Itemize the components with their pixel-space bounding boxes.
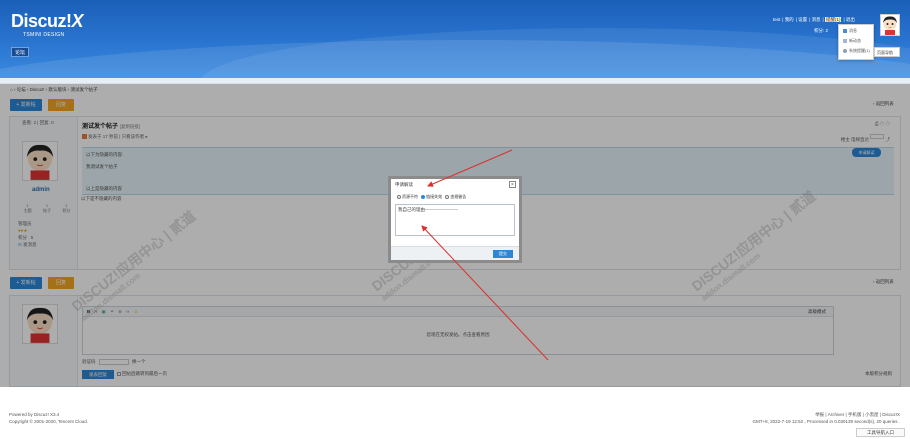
site-header: Discuz!X TSMINI DESIGN 论坛 test | 我的 | 设置 | …	[0, 0, 910, 78]
userbar-messages[interactable]: 消息	[812, 17, 821, 22]
user-bar: test | 我的 | 设置 | 消息 | 提醒(1) | 退出	[773, 17, 855, 22]
footer-timing: GMT+8, 2022-7-19 12:52 , Processed in 0.…	[752, 419, 900, 424]
powered-by[interactable]: Powered by Discuz! X3.4	[9, 411, 88, 418]
close-icon[interactable]: ×	[509, 181, 516, 188]
tool-nav-button[interactable]: 工具导航入口	[856, 428, 905, 437]
dropdown-item-messages[interactable]: 消息	[839, 25, 873, 35]
footer-left: Powered by Discuz! X3.4 Copyright © 2001…	[9, 411, 88, 425]
dialog-title: 申请解读	[395, 182, 413, 187]
logo-x: X	[71, 11, 84, 31]
dialog-submit-button[interactable]: 提交	[493, 250, 513, 258]
bell-icon	[843, 48, 847, 53]
reason-options: 资源不符 链接失效 违规催告	[395, 194, 466, 200]
site-logo[interactable]: Discuz!X TSMINI DESIGN	[11, 11, 84, 38]
userbar-username[interactable]: test	[773, 17, 780, 22]
userbar-my[interactable]: 我的	[785, 17, 794, 22]
radio-violation[interactable]	[445, 194, 450, 199]
logo-subtitle: TSMINI DESIGN	[23, 32, 65, 38]
feed-icon	[843, 38, 847, 43]
user-avatar[interactable]	[880, 14, 900, 36]
dropdown-item-system[interactable]: 系统提醒(1)	[839, 45, 873, 55]
dropdown-item-feed[interactable]: 新动态	[839, 35, 873, 45]
radio-mismatch[interactable]	[397, 194, 401, 199]
footer-links[interactable]: 举报 | Archiver | 手机版 | 小黑屋 | Discuz!X	[753, 411, 900, 418]
apply-dialog: 申请解读 × 资源不符 链接失效 违规催告 我自己的理由------------…	[388, 176, 522, 263]
footer-right: 举报 | Archiver | 手机版 | 小黑屋 | Discuz!X GMT…	[753, 411, 900, 425]
copyright: Copyright © 2001-2020, Tencent Cloud.	[9, 419, 89, 424]
userbar-logout[interactable]: 退出	[846, 17, 855, 22]
mail-icon	[843, 28, 847, 33]
notification-dropdown: 消息 新动态 系统提醒(1)	[838, 24, 874, 60]
userbar-notifications[interactable]: 提醒(1)	[824, 17, 842, 22]
user-credit[interactable]: 积分: 2	[814, 28, 828, 34]
reason-textarea[interactable]: 我自己的理由----------------------	[395, 204, 515, 236]
dialog-footer: 提交	[391, 246, 519, 260]
logo-text: Discuz!	[11, 11, 72, 31]
header-wave	[200, 28, 910, 78]
avatar-icon	[883, 16, 897, 35]
radio-link-broken[interactable]	[421, 194, 426, 199]
page-nav-button[interactable]: 页面导航	[874, 47, 900, 57]
nav-forum-tab[interactable]: 论坛	[11, 47, 29, 57]
userbar-settings[interactable]: 设置	[798, 17, 807, 22]
